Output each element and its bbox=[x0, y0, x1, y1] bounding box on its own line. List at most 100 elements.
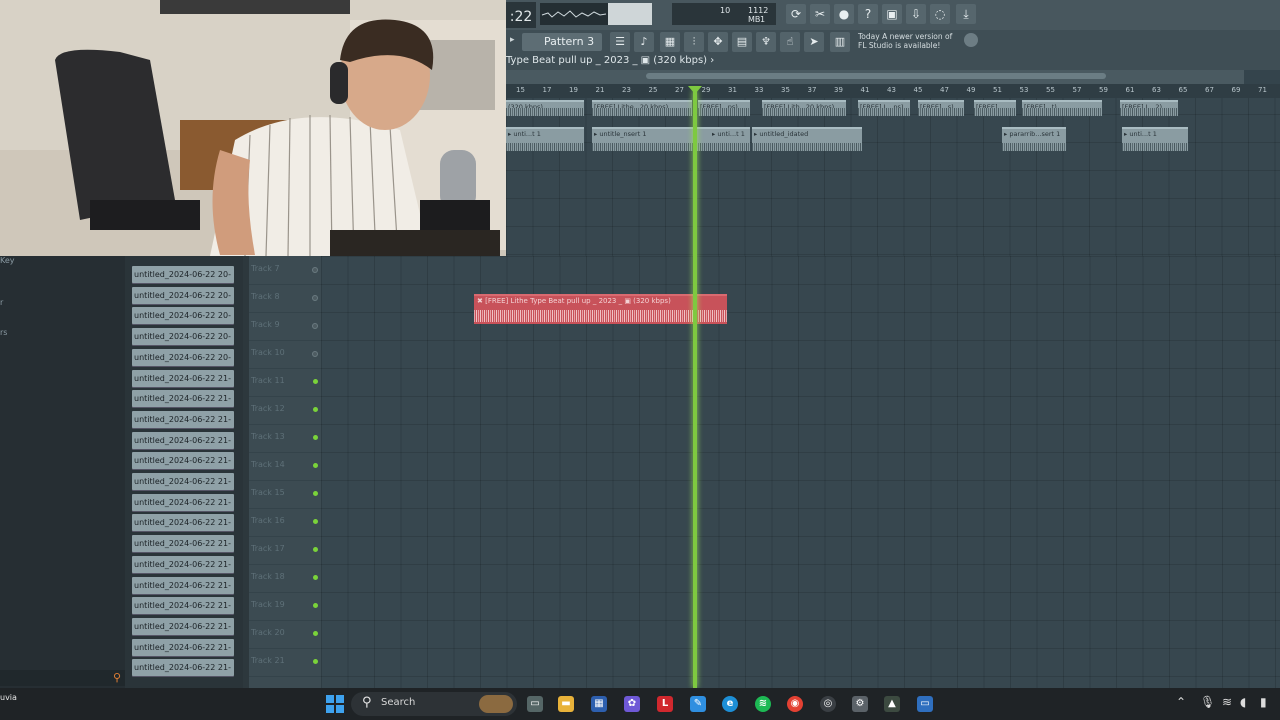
browser-clip-item[interactable]: untitled_2024-06-22 21- bbox=[132, 493, 234, 511]
playlist-clip[interactable]: (320 kbps) bbox=[506, 100, 584, 116]
playlist-clip[interactable]: ▸ unti...t 1 bbox=[710, 127, 750, 151]
timeline-ruler[interactable]: 15 17 19 21 23 25 27 29 31 33 35 37 39 41 43 45 47 49 51 53… bbox=[506, 84, 1280, 98]
browser-clip-item[interactable]: untitled_2024-06-22 21- bbox=[132, 659, 234, 677]
fl-studio-icon[interactable]: ▲ bbox=[884, 696, 900, 712]
touch-icon[interactable]: ☝ bbox=[780, 32, 800, 52]
browser-clip-item[interactable]: untitled_2024-06-22 20- bbox=[132, 286, 234, 304]
browser-clip-item[interactable]: untitled_2024-06-22 20- bbox=[132, 348, 234, 366]
browser-clip-item[interactable]: untitled_2024-06-22 20- bbox=[132, 307, 234, 325]
obs-icon[interactable]: ◎ bbox=[820, 696, 836, 712]
plugin-picker-icon[interactable]: ✥ bbox=[708, 32, 728, 52]
scrollbar-thumb[interactable] bbox=[646, 73, 1106, 79]
track-header[interactable]: Track 16 bbox=[249, 508, 321, 537]
browser-clip-item[interactable]: untitled_2024-06-22 21- bbox=[132, 431, 234, 449]
piano-roll-icon[interactable]: ♪ bbox=[634, 32, 654, 52]
tools-icon[interactable]: ➤ bbox=[804, 32, 824, 52]
track-header[interactable]: Track 7 bbox=[249, 256, 321, 285]
playlist-clip[interactable]: [FREE]...ps) bbox=[698, 100, 750, 116]
track-header[interactable]: Track 12 bbox=[249, 396, 321, 425]
playlist-clip[interactable]: [FREE] Lith...20 kbps) bbox=[762, 100, 846, 116]
browser-clip-item[interactable]: untitled_2024-06-22 21- bbox=[132, 617, 234, 635]
browser-item[interactable]: r bbox=[0, 298, 3, 307]
track-mute-led[interactable] bbox=[313, 659, 318, 664]
browser-clip-item[interactable]: untitled_2024-06-22 21- bbox=[132, 597, 234, 615]
edit-app-icon[interactable]: ✎ bbox=[690, 696, 706, 712]
browser-clip-item[interactable]: untitled_2024-06-22 20- bbox=[132, 328, 234, 346]
browser-clip-item[interactable]: untitled_2024-06-22 21- bbox=[132, 473, 234, 490]
playlist-clip[interactable]: [FREE]...s) bbox=[918, 100, 964, 116]
track-header[interactable]: Track 9 bbox=[249, 312, 321, 341]
playlist-icon[interactable]: ☰ bbox=[610, 32, 630, 52]
channel-rack-icon[interactable]: ▦ bbox=[660, 32, 680, 52]
track-mute-led[interactable] bbox=[313, 603, 318, 608]
playlist-clip[interactable]: ▸ unti...t 1 bbox=[506, 127, 584, 151]
keyboard-icon[interactable]: ▥ bbox=[830, 32, 850, 52]
playlist-clip[interactable]: ▸ unti...t 1 bbox=[1122, 127, 1188, 151]
browser-clip-item[interactable]: untitled_2024-06-22 21- bbox=[132, 535, 234, 553]
browser-clip-item[interactable]: untitled_2024-06-22 21- bbox=[132, 638, 234, 656]
track-header[interactable]: Track 14 bbox=[249, 452, 321, 481]
track-header[interactable]: Track 15 bbox=[249, 480, 321, 509]
spotify-icon[interactable]: ≋ bbox=[755, 696, 771, 712]
browser-clip-item[interactable]: untitled_2024-06-22 21- bbox=[132, 390, 234, 408]
edge-icon[interactable]: e bbox=[722, 696, 738, 712]
store-icon[interactable]: ▦ bbox=[591, 696, 607, 712]
playlist-clip[interactable]: [FREE] Lithe...20 kbps) bbox=[592, 100, 692, 116]
playlist-clip[interactable]: [FREE]...t) bbox=[1022, 100, 1102, 116]
track-mute-led[interactable] bbox=[313, 435, 318, 440]
track-header[interactable]: Track 21 bbox=[249, 648, 321, 677]
browser-icon[interactable]: ▤ bbox=[732, 32, 752, 52]
playlist-grid[interactable] bbox=[321, 256, 1280, 688]
chrome-icon[interactable]: ◉ bbox=[787, 696, 803, 712]
plugin-icon[interactable]: ♆ bbox=[756, 32, 776, 52]
update-notification[interactable]: Today A newer version of FL Studio is av… bbox=[858, 32, 958, 52]
track-header[interactable]: Track 11 bbox=[249, 368, 321, 397]
track-mute-led[interactable] bbox=[312, 351, 318, 357]
loop-record-icon[interactable]: ⟳ bbox=[786, 4, 806, 24]
download-icon[interactable]: ⤓ bbox=[956, 4, 976, 24]
task-view-icon[interactable]: ▭ bbox=[527, 696, 543, 712]
playlist-clip[interactable]: ▸ pararrib...sert 1 bbox=[1002, 127, 1066, 151]
playhead-marker[interactable] bbox=[688, 86, 702, 94]
track-mute-led[interactable] bbox=[313, 379, 318, 384]
track-header[interactable]: Track 10 bbox=[249, 340, 321, 369]
browser-item[interactable]: rs bbox=[0, 328, 7, 337]
track-header[interactable]: Track 13 bbox=[249, 424, 321, 453]
track-mute-led[interactable] bbox=[313, 491, 318, 496]
file-explorer-icon[interactable]: ▬ bbox=[558, 696, 574, 712]
start-button[interactable] bbox=[326, 695, 344, 713]
mixer-icon[interactable]: ⫶ bbox=[684, 32, 704, 52]
track-mute-led[interactable] bbox=[312, 267, 318, 273]
browser-search[interactable]: ⚲ bbox=[0, 670, 125, 686]
microphone-icon[interactable]: ● bbox=[834, 4, 854, 24]
track-mute-led[interactable] bbox=[312, 295, 318, 301]
browser-item[interactable]: Key bbox=[0, 256, 15, 265]
track-header[interactable]: Track 18 bbox=[249, 564, 321, 593]
playhead[interactable] bbox=[693, 90, 697, 688]
track-header[interactable]: Track 17 bbox=[249, 536, 321, 565]
help-icon[interactable]: ? bbox=[858, 4, 878, 24]
microphone-tray-icon[interactable]: 🎙 bbox=[1200, 695, 1215, 709]
browser-clip-item[interactable]: untitled_2024-06-22 21- bbox=[132, 555, 234, 573]
play-arrow-icon[interactable]: ▸ bbox=[510, 35, 515, 45]
track-header[interactable]: Track 8 bbox=[249, 284, 321, 313]
browser-clip-item[interactable]: untitled_2024-06-22 20- bbox=[132, 266, 234, 283]
browser-clip-item[interactable]: untitled_2024-06-22 21- bbox=[132, 369, 234, 387]
track-mute-led[interactable] bbox=[313, 519, 318, 524]
track-mute-led[interactable] bbox=[313, 631, 318, 636]
chevron-up-icon[interactable]: ⌃ bbox=[1176, 695, 1186, 709]
taskbar-search[interactable]: ⚲ Search bbox=[351, 692, 517, 716]
battery-icon[interactable]: ▮ bbox=[1260, 695, 1267, 709]
audio-clip-selected[interactable]: ✖ [FREE] Lithe Type Beat pull up _ 2023 … bbox=[474, 294, 727, 324]
browser-clip-item[interactable]: untitled_2024-06-22 21- bbox=[132, 410, 234, 428]
track-header[interactable]: Track 19 bbox=[249, 592, 321, 621]
browser-clip-item[interactable]: untitled_2024-06-22 21- bbox=[132, 452, 234, 470]
track-mute-led[interactable] bbox=[312, 323, 318, 329]
playlist-clip[interactable]: [FREE] L...ps) bbox=[858, 100, 910, 116]
cut-icon[interactable]: ✂ bbox=[810, 4, 830, 24]
weather-widget[interactable]: uvia bbox=[0, 693, 17, 702]
fl-logo-icon[interactable] bbox=[964, 33, 978, 47]
track-mute-led[interactable] bbox=[313, 547, 318, 552]
playlist-clip[interactable]: [FREE] L...2) bbox=[1120, 100, 1178, 116]
chat-icon[interactable]: ◌ bbox=[930, 4, 950, 24]
